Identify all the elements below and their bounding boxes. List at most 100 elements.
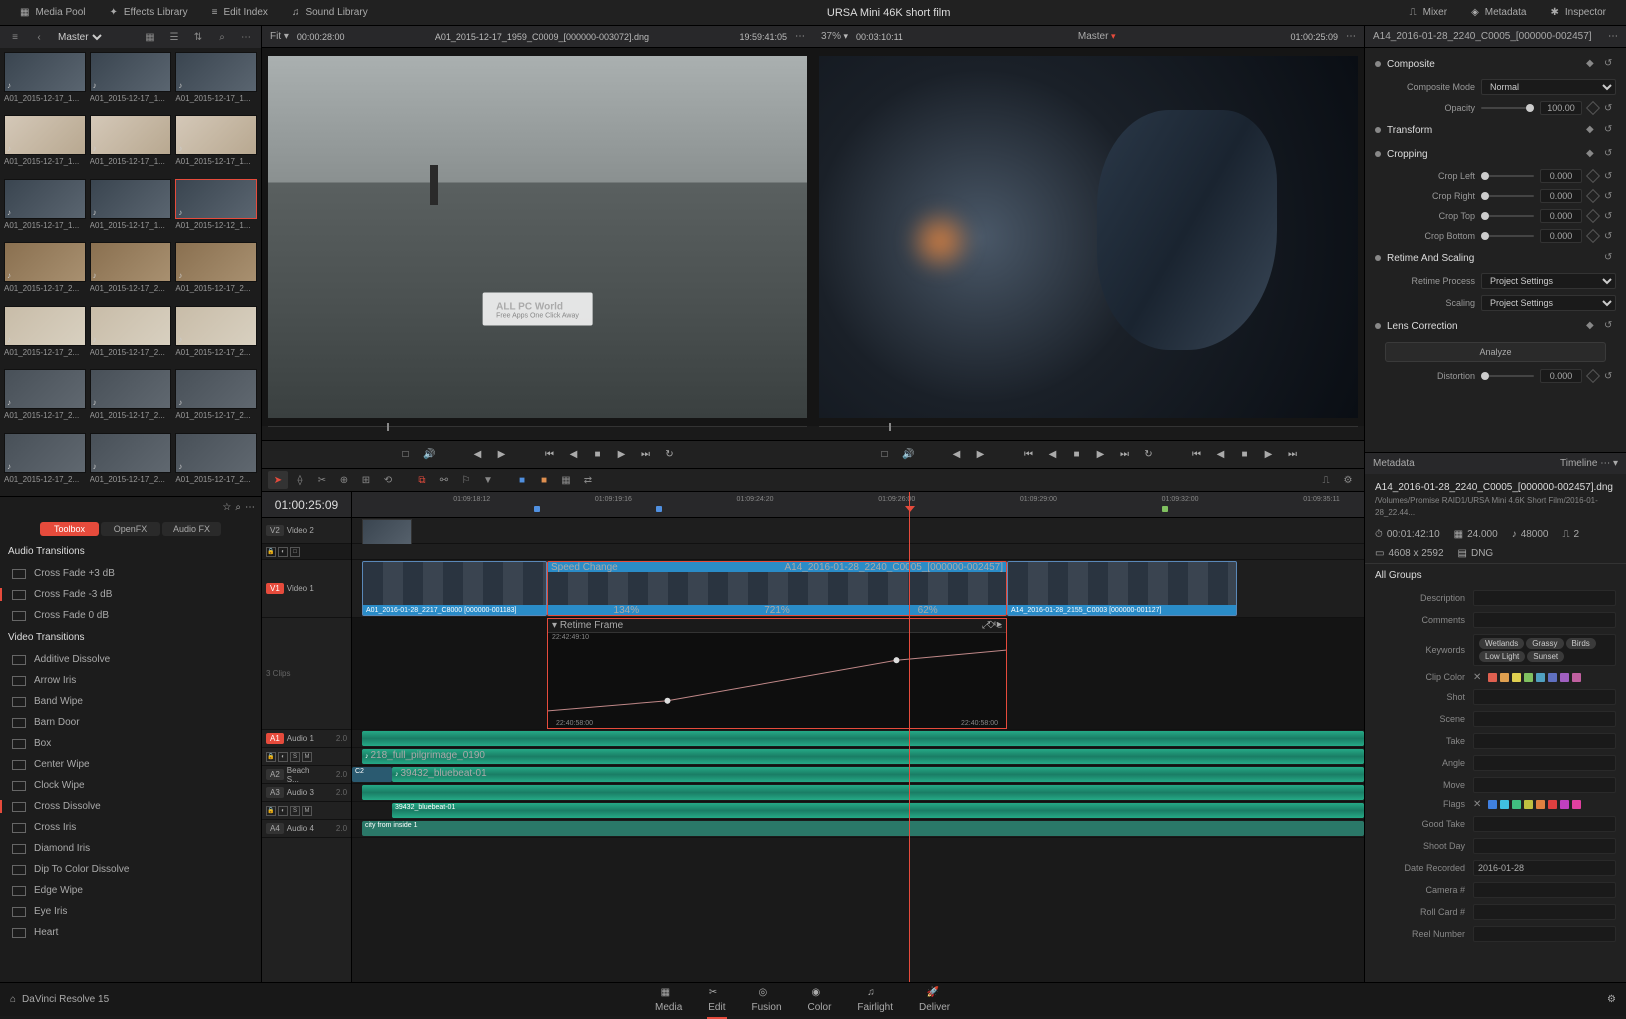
video-transition-item[interactable]: Cross Iris <box>0 817 261 838</box>
lane-a2[interactable]: C2♪ 39432_bluebeat-01 <box>352 766 1364 784</box>
audio-transition-item[interactable]: Cross Fade -3 dB <box>0 584 261 605</box>
razor-tool[interactable]: ✂ <box>312 471 332 489</box>
tl-blue-icon[interactable]: ■ <box>512 471 532 489</box>
src-scrubber[interactable] <box>268 426 807 440</box>
app-menu[interactable]: ⌂DaVinci Resolve 15 <box>10 994 109 1005</box>
marker-green[interactable] <box>1162 506 1168 512</box>
metadata-mode-dropdown[interactable]: Timeline <box>1560 458 1597 469</box>
stop-icon[interactable]: ■ <box>588 445 608 465</box>
tl-view-icon[interactable]: ⎍ <box>1316 471 1336 489</box>
color-swatch[interactable] <box>1560 673 1569 682</box>
mark-in-icon[interactable]: ◀ <box>468 445 488 465</box>
edit-page[interactable]: ✂Edit <box>700 985 733 1015</box>
timeline-ruler[interactable]: 01:09:18:1201:09:19:1601:09:24:2001:09:2… <box>352 492 1364 518</box>
prev-icon[interactable]: ◀ <box>564 445 584 465</box>
opacity-slider[interactable] <box>1481 107 1534 109</box>
mark-out-icon[interactable]: ▶ <box>971 445 991 465</box>
good-take-field[interactable] <box>1473 816 1616 832</box>
analyze-button[interactable]: Analyze <box>1385 342 1606 362</box>
crop-top-slider[interactable] <box>1481 215 1534 217</box>
first-icon[interactable]: ⏮ <box>540 445 560 465</box>
video-transition-item[interactable]: Heart <box>0 922 261 943</box>
video-transition-item[interactable]: Box <box>0 733 261 754</box>
media-clip[interactable]: A01_2015-12-17_2... <box>90 433 172 492</box>
rec-scrubber[interactable] <box>819 426 1358 440</box>
flag-tool[interactable]: ⚐ <box>456 471 476 489</box>
a4-clip[interactable]: city from inside 1 <box>362 821 1364 836</box>
timeline-tc[interactable]: 01:00:25:09 <box>262 492 351 518</box>
color-swatch[interactable] <box>1548 673 1557 682</box>
keyword-tag[interactable]: Sunset <box>1527 651 1564 662</box>
edit-btn-4[interactable]: ⏭ <box>1283 445 1303 465</box>
v1-clip-a[interactable]: A01_2016-01-28_2217_C8000 [000000-001183… <box>362 561 547 616</box>
marker-blue-2[interactable] <box>656 506 662 512</box>
flag-swatch[interactable] <box>1536 800 1545 809</box>
opacity-keyframe[interactable] <box>1586 101 1600 115</box>
crop-kf-icon[interactable]: ◆ <box>1586 148 1598 160</box>
flag-swatch[interactable] <box>1512 800 1521 809</box>
track-v2-ctrls[interactable]: 🔒◐□ <box>262 544 351 560</box>
trim-tool[interactable]: ⟠ <box>290 471 310 489</box>
video-transition-item[interactable]: Edge Wipe <box>0 880 261 901</box>
composite-mode-select[interactable]: Normal <box>1481 79 1616 95</box>
media-clip[interactable]: A01_2015-12-17_2... <box>175 433 257 492</box>
a1-clip[interactable] <box>362 731 1364 746</box>
mixer-tab[interactable]: ⎍Mixer <box>1398 0 1459 26</box>
video-transition-item[interactable]: Clock Wipe <box>0 775 261 796</box>
inspector-body[interactable]: Composite◆↺ Composite ModeNormal Opacity… <box>1365 48 1626 452</box>
tl-options-icon[interactable]: ⚙ <box>1338 471 1358 489</box>
deliver-page[interactable]: 🚀Deliver <box>911 985 958 1015</box>
fx-search-icon[interactable]: ⌕ <box>235 502 241 513</box>
media-pool-tab[interactable]: ▦Media Pool <box>8 0 97 26</box>
track-a1-header[interactable]: A1Audio 12.0 <box>262 730 351 748</box>
transform-reset-icon[interactable]: ↺ <box>1604 124 1616 136</box>
rec-more-icon[interactable]: ⋯ <box>1346 31 1356 42</box>
media-clip[interactable]: A01_2015-12-17_2... <box>175 242 257 301</box>
arrow-tool[interactable]: ➤ <box>268 471 288 489</box>
video-transition-item[interactable]: Cross Dissolve <box>0 796 261 817</box>
keyframe-icon[interactable]: ◆ <box>1586 58 1598 70</box>
rec-timeline-name[interactable]: Master ▾ <box>911 31 1283 42</box>
retime-reset-icon[interactable]: ↺ <box>1604 252 1616 264</box>
vol-icon[interactable]: 🔊 <box>420 445 440 465</box>
edit-btn-2[interactable]: ■ <box>1235 445 1255 465</box>
first-icon[interactable]: ⏮ <box>1019 445 1039 465</box>
opacity-value[interactable]: 100.00 <box>1540 101 1582 115</box>
retime-reset-icon[interactable]: ◇ <box>987 619 995 630</box>
list-view-btn[interactable]: ☰ <box>165 28 183 46</box>
marker-blue[interactable] <box>534 506 540 512</box>
lane-v2[interactable] <box>352 518 1364 544</box>
video-transition-item[interactable]: Arrow Iris <box>0 670 261 691</box>
angle-field[interactable] <box>1473 755 1616 771</box>
tl-grid-icon[interactable]: ▦ <box>556 471 576 489</box>
overwrite-tool[interactable]: ⊞ <box>356 471 376 489</box>
match-frame-icon[interactable]: □ <box>875 445 895 465</box>
media-clip[interactable]: A01_2015-12-17_2... <box>90 306 172 365</box>
keywords-field[interactable]: WetlandsGrassyBirdsLow LightSunset <box>1473 634 1616 666</box>
chevron-left-icon[interactable]: ‹ <box>30 28 48 46</box>
track-a1-ctrls[interactable]: 🔒◐SM <box>262 748 351 766</box>
flag-swatch[interactable] <box>1560 800 1569 809</box>
stop-icon[interactable]: ■ <box>1067 445 1087 465</box>
mark-in-icon[interactable]: ◀ <box>947 445 967 465</box>
camera-field[interactable] <box>1473 882 1616 898</box>
play-icon[interactable]: ▶ <box>1091 445 1111 465</box>
insert-tool[interactable]: ⊕ <box>334 471 354 489</box>
take-field[interactable] <box>1473 733 1616 749</box>
video-transition-item[interactable]: Additive Dissolve <box>0 649 261 670</box>
retime-curve-box[interactable]: ▾ Retime Frame⤢ ✎ 22:42:49:10 22:40:58:0… <box>547 618 1007 729</box>
color-swatch[interactable] <box>1536 673 1545 682</box>
fx-more-icon[interactable]: ⋯ <box>245 502 255 513</box>
insp-more-icon[interactable]: ⋯ <box>1608 31 1618 42</box>
scaling-select[interactable]: Project Settings <box>1481 295 1616 311</box>
flag-swatch[interactable] <box>1488 800 1497 809</box>
loop-icon[interactable]: ↻ <box>1139 445 1159 465</box>
video-transition-item[interactable]: Diamond Iris <box>0 838 261 859</box>
comments-field[interactable] <box>1473 612 1616 628</box>
flag-swatch[interactable] <box>1500 800 1509 809</box>
vol-icon[interactable]: 🔊 <box>899 445 919 465</box>
record-viewer[interactable] <box>819 56 1358 418</box>
lane-a3[interactable] <box>352 784 1364 802</box>
fairlight-page[interactable]: ♫Fairlight <box>849 985 901 1015</box>
sound-library-tab[interactable]: ♫Sound Library <box>280 0 380 26</box>
